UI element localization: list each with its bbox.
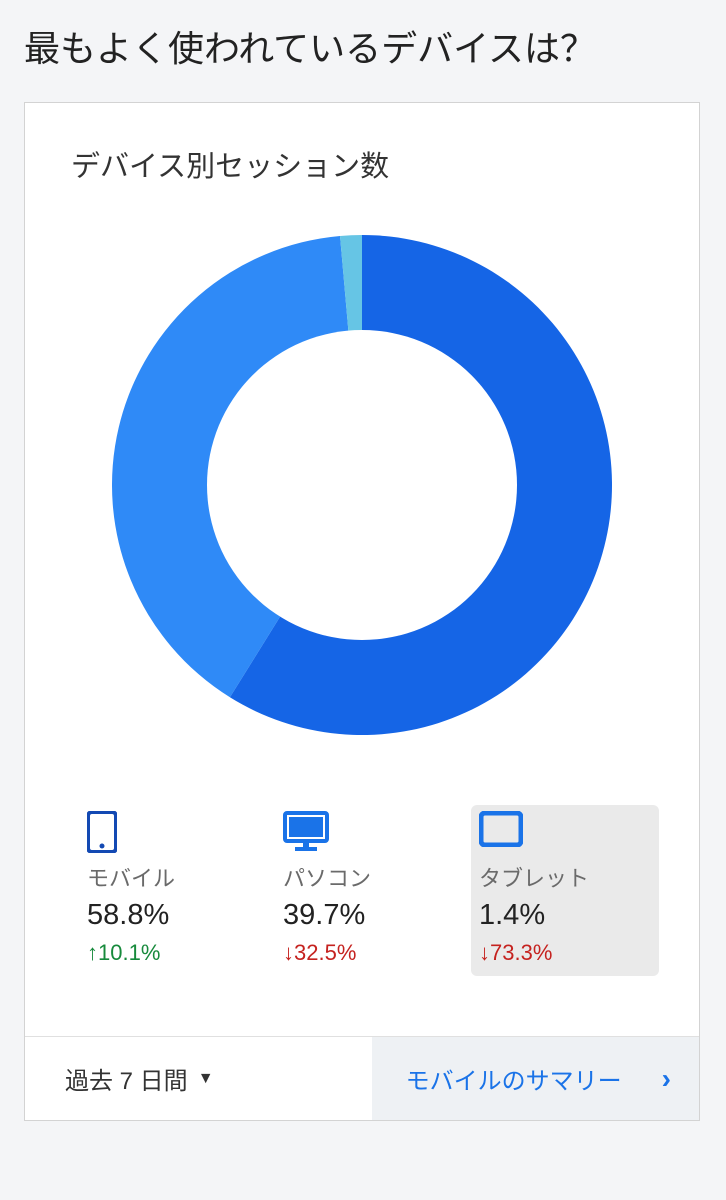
chevron-right-icon: › bbox=[662, 1063, 671, 1095]
arrow-up-icon: ↑ bbox=[87, 940, 98, 965]
legend-change-value: 73.3% bbox=[490, 940, 552, 965]
mobile-summary-link[interactable]: モバイルのサマリー › bbox=[372, 1037, 699, 1120]
mobile-summary-label: モバイルのサマリー bbox=[406, 1061, 622, 1096]
legend-value: 58.8% bbox=[87, 899, 259, 932]
legend-change: ↓32.5% bbox=[283, 940, 455, 966]
date-range-label: 過去 7 日間 bbox=[65, 1061, 188, 1096]
page-title: 最もよく使われているデバイスは？ bbox=[24, 20, 702, 72]
legend-change-value: 32.5% bbox=[294, 940, 356, 965]
desktop-icon bbox=[283, 811, 455, 851]
legend-label: タブレット bbox=[479, 861, 651, 893]
legend-value: 39.7% bbox=[283, 899, 455, 932]
mobile-icon bbox=[87, 811, 259, 851]
legend-label: モバイル bbox=[87, 861, 259, 893]
legend-value: 1.4% bbox=[479, 899, 651, 932]
tablet-icon bbox=[479, 811, 651, 851]
date-range-selector[interactable]: 過去 7 日間 ▼ bbox=[25, 1037, 372, 1120]
arrow-down-icon: ↓ bbox=[283, 940, 294, 965]
card-title: デバイス別セッション数 bbox=[25, 143, 699, 185]
device-sessions-card: デバイス別セッション数 モバイル58.8%↑10.1%パソコン39.7%↓32.… bbox=[24, 102, 700, 1121]
legend-item-desktop[interactable]: パソコン 39.7% ↓32.5% bbox=[275, 805, 463, 976]
card-footer: 過去 7 日間 ▼ モバイルのサマリー › bbox=[25, 1036, 699, 1120]
legend-change: ↑10.1% bbox=[87, 940, 259, 966]
caret-down-icon: ▼ bbox=[198, 1070, 214, 1088]
legend-item-mobile[interactable]: モバイル 58.8% ↑10.1% bbox=[79, 805, 267, 976]
donut-chart bbox=[25, 185, 699, 805]
legend-label: パソコン bbox=[283, 861, 455, 893]
legend-change-value: 10.1% bbox=[98, 940, 160, 965]
legend-item-tablet[interactable]: タブレット 1.4% ↓73.3% bbox=[471, 805, 659, 976]
legend-change: ↓73.3% bbox=[479, 940, 651, 966]
legend: モバイル58.8%↑10.1%パソコン39.7%↓32.5%タブレット1.4%↓… bbox=[25, 805, 699, 1036]
arrow-down-icon: ↓ bbox=[479, 940, 490, 965]
